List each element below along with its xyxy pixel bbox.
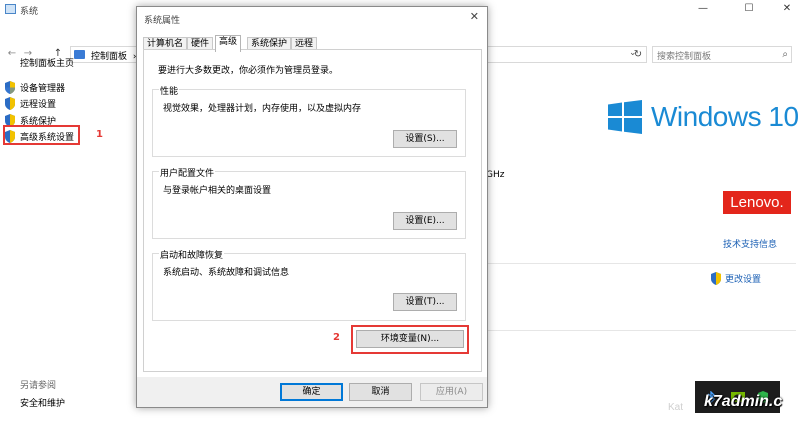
sidebar-item-remote-settings[interactable]: 远程设置 — [4, 95, 56, 111]
search-icon: ⌕ — [782, 49, 788, 60]
ok-button[interactable]: 确定 — [280, 383, 343, 401]
annotation-number-1: 1 — [96, 129, 103, 140]
dialog-title: 系统属性 — [144, 16, 181, 26]
site-watermark: k7admin.c — [704, 393, 783, 410]
see-also-heading: 另请参阅 — [20, 381, 57, 391]
refresh-icon[interactable]: ↻ — [632, 49, 644, 61]
annotation-highlight-box-1 — [3, 125, 80, 145]
startup-recovery-group-label: 启动和故障恢复 — [159, 248, 225, 261]
performance-description: 视觉效果，处理器计划，内存使用，以及虚拟内存 — [163, 104, 362, 114]
windows10-wordmark: Windows 10 — [651, 101, 799, 132]
divider — [486, 330, 796, 331]
performance-group-label: 性能 — [159, 84, 180, 97]
change-settings-label: 更改设置 — [725, 275, 762, 285]
uac-shield-icon — [4, 96, 16, 110]
sidebar-item-label: 设备管理器 — [20, 83, 66, 94]
user-profiles-group: 用户配置文件 与登录帐户相关的桌面设置 设置(E)... — [152, 166, 466, 239]
uac-shield-icon — [4, 80, 16, 94]
admin-note: 要进行大多数更改，你必须作为管理员登录。 — [158, 66, 339, 76]
user-profiles-description: 与登录帐户相关的桌面设置 — [163, 186, 272, 196]
divider — [486, 263, 796, 264]
environment-variables-button[interactable]: 环境变量(N)... — [356, 330, 464, 348]
security-maintenance-link[interactable]: 安全和维护 — [20, 396, 65, 409]
cancel-button[interactable]: 取消 — [349, 383, 412, 401]
support-info-link[interactable]: 技术支持信息 — [723, 237, 777, 250]
window-title: 系统 — [20, 7, 39, 17]
system-app-icon — [5, 4, 16, 14]
uac-shield-icon — [710, 272, 722, 285]
windows-logo-icon — [608, 100, 642, 134]
startup-recovery-settings-button[interactable]: 设置(T)... — [393, 293, 457, 311]
watermark-fragment: Kat — [668, 402, 684, 413]
sidebar-item-label: 远程设置 — [20, 99, 57, 110]
maximize-button[interactable]: ☐ — [741, 2, 757, 16]
processor-speed-text: GHz — [486, 170, 505, 180]
search-input[interactable]: 搜索控制面板 ⌕ — [652, 46, 792, 63]
user-profiles-group-label: 用户配置文件 — [159, 166, 216, 179]
minimize-button[interactable]: — — [695, 2, 711, 16]
performance-settings-button[interactable]: 设置(S)... — [393, 130, 457, 148]
dialog-close-button[interactable]: ✕ — [470, 10, 479, 23]
apply-button[interactable]: 应用(A) — [420, 383, 483, 401]
sidebar-home-link[interactable]: 控制面板主页 — [20, 56, 74, 69]
startup-recovery-description: 系统启动、系统故障和调试信息 — [163, 268, 290, 278]
sidebar-item-device-manager[interactable]: 设备管理器 — [4, 79, 65, 95]
user-profiles-settings-button[interactable]: 设置(E)... — [393, 212, 457, 230]
dialog-footer: 确定 取消 应用(A) — [137, 377, 487, 407]
annotation-number-2: 2 — [333, 332, 340, 343]
system-properties-dialog: 系统属性 ✕ 计算机名 硬件 高级 系统保护 远程 要进行大多数更改，你必须作为… — [136, 6, 488, 408]
lenovo-logo: Lenovo. — [723, 191, 791, 214]
search-placeholder: 搜索控制面板 — [657, 52, 712, 62]
change-settings-link[interactable]: 更改设置 — [710, 272, 761, 285]
startup-recovery-group: 启动和故障恢复 系统启动、系统故障和调试信息 设置(T)... — [152, 248, 466, 321]
performance-group: 性能 视觉效果，处理器计划，内存使用，以及虚拟内存 设置(S)... — [152, 84, 466, 157]
window-close-button[interactable]: ✕ — [779, 2, 795, 16]
tab-advanced[interactable]: 高级 — [215, 35, 242, 52]
